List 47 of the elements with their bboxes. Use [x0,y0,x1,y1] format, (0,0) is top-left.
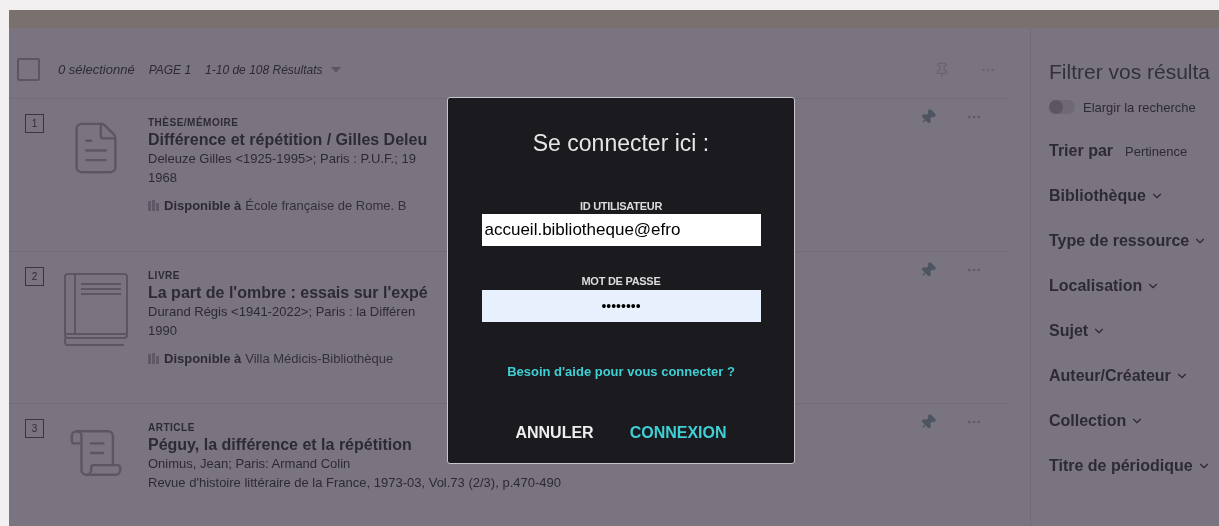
record-authors: Onimus, Jean; Paris: Armand Colin [148,455,351,473]
login-button[interactable]: CONNEXION [629,421,727,445]
page-label: PAGE 1 [148,61,192,79]
expand-search-toggle[interactable] [1049,100,1075,115]
facet-toggle[interactable]: Localisation [1049,275,1211,297]
location-link[interactable]: École française de Rome. B [245,196,407,216]
record-authors: Durand Régis <1941-2022>; Paris : la Différen [148,303,416,321]
facet-toggle[interactable]: Collection [1049,410,1211,432]
library-icon [148,353,160,365]
password-field[interactable]: •••••••• [481,289,761,322]
caret-icon[interactable] [330,66,341,73]
record-date: 1990 [148,322,177,340]
facet-toggle[interactable]: Sujet [1049,320,1211,342]
record-title[interactable]: La part de l'ombre : essais sur l'expé [148,283,428,303]
field-label: MOT DE PASSE [581,274,661,289]
results-count: 1-10 de 108 Résultats [205,61,323,79]
location-link[interactable]: Villa Médicis-Bibliothèque [245,349,394,369]
resource-type: ARTICLE [148,421,195,435]
select-all-checkbox[interactable] [17,58,40,81]
sort-value[interactable]: Pertinence [1125,142,1188,162]
facet-toggle[interactable]: Type de ressource [1049,230,1211,252]
result-number: 2 [25,267,44,286]
facet-toggle[interactable]: Bibliothèque [1049,185,1211,207]
user-id-field[interactable]: accueil.bibliotheque@efro [481,214,761,246]
filter-heading: Filtrer vos résulta [1049,59,1211,85]
library-icon [148,200,160,212]
facet-toggle[interactable]: Auteur/Créateur [1049,365,1211,387]
cancel-button[interactable]: ANNULER [515,421,594,445]
record-title[interactable]: Péguy, la différence et la répétition [148,435,412,455]
selection-count: 0 sélectionné [58,60,135,79]
availability-label: Disponible à [164,197,242,215]
record-authors: Deleuze Gilles <1925-1995>; Paris : P.U.F.; 19 [148,150,416,168]
book-icon [63,272,129,346]
field-label: ID UTILISATEUR [579,198,663,214]
record-title[interactable]: Différence et répétition / Gilles Deleu [148,130,428,150]
record-date: 1968 [148,169,177,187]
result-number: 1 [25,114,44,133]
facet-toggle[interactable]: Titre de périodique [1049,455,1211,477]
result-number: 3 [25,419,44,438]
resource-type: LIVRE [148,269,180,283]
record-date: Revue d'histoire littéraire de la France, 1973-03, Vol.73 (2/3), p.470-490 [148,474,561,492]
resource-type: THÈSE/MÉMOIRE [148,115,239,130]
dialog-title: Se connecter ici : [532,129,710,158]
availability-label: Disponible à [164,350,242,368]
toggle-label: Elargir la recherche [1083,98,1196,117]
sort-label: Trier par [1049,141,1114,161]
help-link[interactable]: Besoin d'aide pour vous connecter ? [507,361,735,381]
